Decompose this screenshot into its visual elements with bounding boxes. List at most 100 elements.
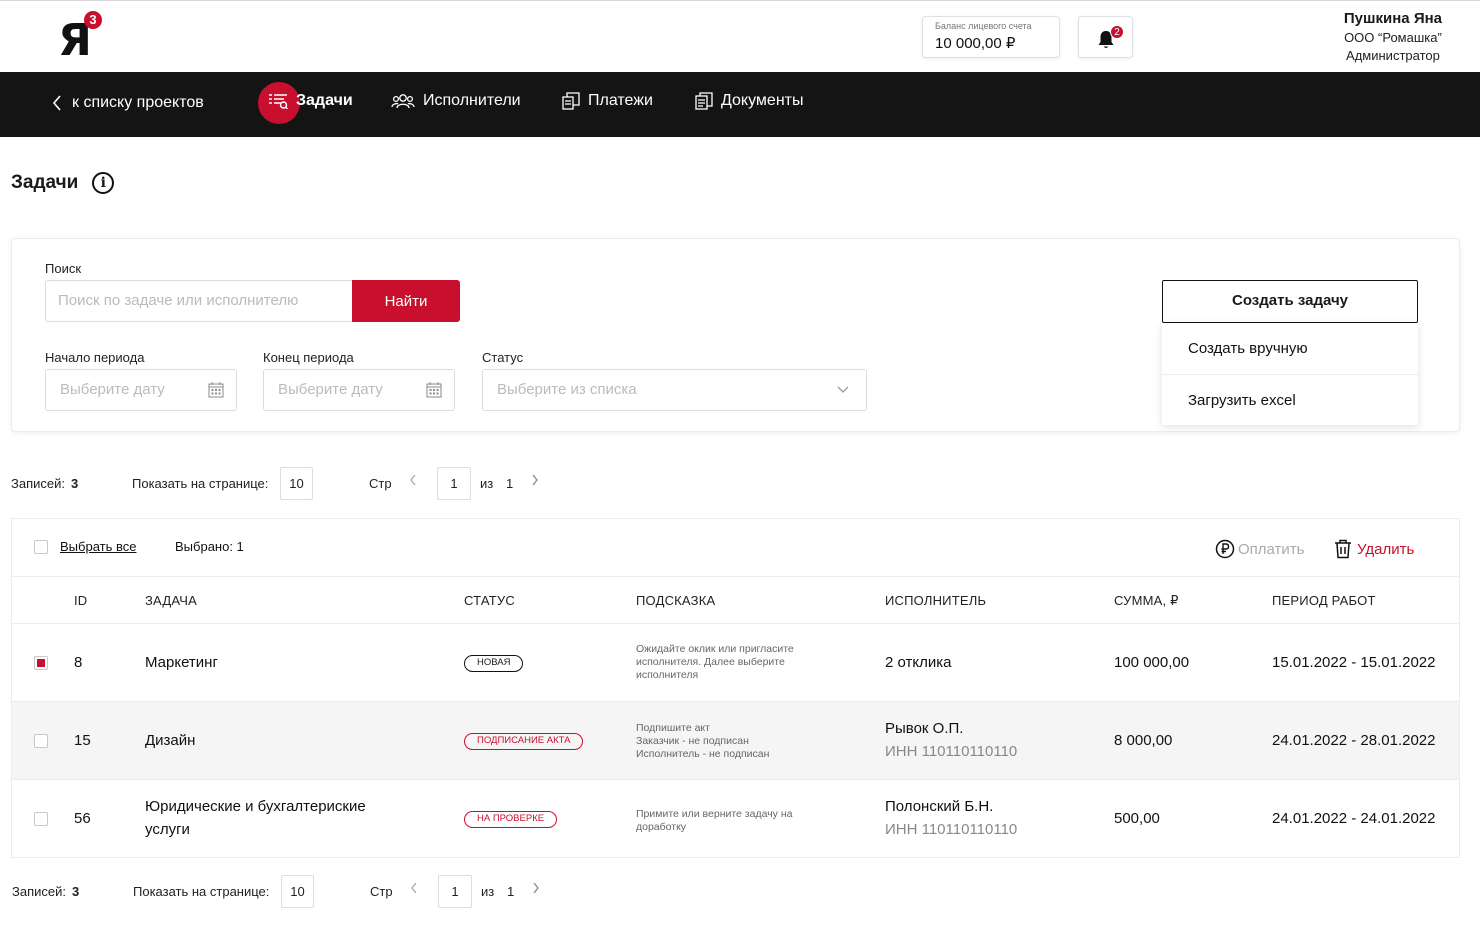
column-header-amount[interactable]: СУММА, ₽ bbox=[1114, 593, 1179, 609]
row-checkbox[interactable] bbox=[34, 656, 48, 670]
next-page-button[interactable] bbox=[532, 881, 540, 900]
search-button[interactable]: Найти bbox=[352, 280, 460, 322]
row-executor-inn: ИНН 110110110110 bbox=[885, 743, 1018, 760]
user-profile[interactable]: Пушкина Яна ООО “Ромашка” Администратор bbox=[1344, 10, 1442, 63]
end-date-field[interactable]: Выберите дату bbox=[263, 369, 455, 411]
start-date-field[interactable]: Выберите дату bbox=[45, 369, 237, 411]
row-period: 24.01.2022 - 24.01.2022 bbox=[1272, 810, 1436, 827]
row-executor[interactable]: 2 отклика bbox=[885, 654, 952, 671]
table-row[interactable]: 8 Маркетинг НОВАЯ Ожидайте оклик или при… bbox=[12, 624, 1459, 702]
hint-line: Исполнитель - не подписан bbox=[636, 748, 770, 760]
row-executor[interactable]: Полонский Б.Н. bbox=[885, 798, 993, 815]
next-page-button[interactable] bbox=[531, 473, 539, 492]
delete-button[interactable]: Удалить bbox=[1334, 539, 1414, 559]
status-badge: НА ПРОВЕРКЕ bbox=[464, 811, 558, 828]
notifications-button[interactable]: 2 bbox=[1078, 16, 1133, 58]
column-header-task[interactable]: ЗАДАЧА bbox=[145, 593, 197, 608]
page-label: Стр bbox=[370, 884, 393, 899]
total-pages: 1 bbox=[506, 476, 514, 491]
chevron-left-icon bbox=[410, 474, 416, 486]
user-role: Администратор bbox=[1346, 48, 1440, 63]
row-task[interactable]: Дизайн bbox=[145, 732, 195, 749]
pagination-top: Записей: 3 Показать на странице: 10 Стр 1… bbox=[11, 467, 611, 501]
pay-button[interactable]: Оплатить bbox=[1215, 539, 1305, 559]
delete-label: Удалить bbox=[1357, 540, 1415, 558]
row-period: 15.01.2022 - 15.01.2022 bbox=[1272, 654, 1436, 671]
info-icon[interactable]: i bbox=[92, 172, 115, 194]
row-checkbox[interactable] bbox=[34, 734, 48, 748]
table-toolbar: Выбрать все Выбрано: 1 Оплатить Удалить bbox=[12, 519, 1459, 577]
selected-count: Выбрано: 1 bbox=[175, 539, 244, 554]
row-hint: Подпишите акт Заказчик - не подписан Исп… bbox=[636, 722, 826, 761]
row-checkbox[interactable] bbox=[34, 812, 48, 826]
calendar-icon bbox=[426, 382, 442, 398]
top-header: Я 3 Баланс лицевого счета 10 000,00 ₽ 2 … bbox=[0, 0, 1480, 72]
nav-tab-label: Исполнители bbox=[423, 92, 521, 109]
prev-page-button[interactable] bbox=[409, 473, 417, 492]
search-input[interactable]: Поиск по задаче или исполнителю bbox=[45, 280, 353, 322]
status-badge: НОВАЯ bbox=[464, 655, 524, 672]
row-id: 56 bbox=[74, 810, 91, 827]
status-label: Статус bbox=[482, 350, 524, 365]
hint-line: Подпишите акт bbox=[636, 722, 710, 734]
column-header-status[interactable]: СТАТУС bbox=[464, 593, 515, 608]
logo-badge: 3 bbox=[84, 11, 102, 29]
payments-icon bbox=[562, 92, 580, 110]
table-row[interactable]: 56 Юридические и бухгалтериские услуги Н… bbox=[12, 780, 1459, 858]
records-value: 3 bbox=[72, 884, 80, 899]
column-header-period[interactable]: ПЕРИОД РАБОТ bbox=[1272, 593, 1376, 608]
nav-tab-executors[interactable]: Исполнители bbox=[391, 92, 521, 110]
documents-icon bbox=[695, 92, 713, 110]
column-header-hint[interactable]: ПОДСКАЗКА bbox=[636, 593, 715, 608]
menu-item-upload-excel[interactable]: Загрузить excel bbox=[1162, 374, 1418, 425]
hint-line: Заказчик - не подписан bbox=[636, 735, 749, 747]
row-hint: Ожидайте оклик или пригласите исполнител… bbox=[636, 643, 826, 682]
prev-page-button[interactable] bbox=[410, 881, 418, 900]
nav-tab-tasks[interactable]: Задачи bbox=[268, 92, 353, 110]
balance-value: 10 000,00 ₽ bbox=[935, 35, 1016, 52]
column-header-id[interactable]: ID bbox=[74, 593, 87, 608]
pagination-bottom: Записей: 3 Показать на странице: 10 Стр 1… bbox=[12, 875, 612, 909]
select-all-link[interactable]: Выбрать все bbox=[60, 539, 136, 554]
page-input[interactable]: 1 bbox=[437, 467, 471, 500]
hint-line: исполнителя bbox=[636, 669, 699, 681]
search-label: Поиск bbox=[45, 261, 82, 276]
table-header: ID ЗАДАЧА СТАТУС ПОДСКАЗКА ИСПОЛНИТЕЛЬ С… bbox=[12, 577, 1459, 624]
pay-label: Оплатить bbox=[1238, 540, 1305, 558]
menu-item-create-manually[interactable]: Создать вручную bbox=[1162, 323, 1418, 374]
nav-tab-label: Задачи bbox=[296, 92, 353, 109]
row-executor[interactable]: Рывок О.П. bbox=[885, 720, 963, 737]
nav-tab-label: Документы bbox=[721, 92, 804, 109]
column-header-executor[interactable]: ИСПОЛНИТЕЛЬ bbox=[885, 593, 986, 608]
per-page-select[interactable]: 10 bbox=[281, 875, 314, 908]
start-date-placeholder: Выберите дату bbox=[60, 381, 165, 398]
table-row[interactable]: 15 Дизайн ПОДПИСАНИЕ АКТА Подпишите акт … bbox=[12, 702, 1459, 780]
nav-tab-payments[interactable]: Платежи bbox=[562, 92, 653, 110]
chevron-right-icon bbox=[533, 882, 539, 894]
row-task[interactable]: Юридические и бухгалтериские bbox=[145, 798, 366, 815]
tasks-icon bbox=[269, 94, 288, 109]
nav-tab-documents[interactable]: Документы bbox=[695, 92, 803, 110]
row-executor-inn: ИНН 110110110110 bbox=[885, 821, 1018, 838]
balance-widget[interactable]: Баланс лицевого счета 10 000,00 ₽ bbox=[922, 16, 1060, 58]
select-all-checkbox[interactable] bbox=[34, 540, 48, 554]
of-label: из bbox=[480, 476, 494, 491]
create-task-button[interactable]: Создать задачу bbox=[1162, 280, 1418, 323]
page-label: Стр bbox=[369, 476, 392, 491]
back-to-projects-link[interactable]: к списку проектов bbox=[52, 94, 204, 112]
end-date-placeholder: Выберите дату bbox=[278, 381, 383, 398]
status-select[interactable]: Выберите из списка bbox=[482, 369, 867, 411]
records-value: 3 bbox=[71, 476, 79, 491]
hint-line: доработку bbox=[636, 821, 687, 833]
end-date-label: Конец периода bbox=[263, 350, 354, 365]
per-page-select[interactable]: 10 bbox=[280, 467, 313, 500]
row-task[interactable]: Маркетинг bbox=[145, 654, 218, 671]
chevron-left-icon bbox=[52, 95, 61, 111]
logo[interactable]: Я 3 bbox=[58, 11, 108, 63]
nav-tab-label: Платежи bbox=[588, 92, 653, 109]
back-label: к списку проектов bbox=[72, 94, 204, 111]
page-title-text: Задачи bbox=[11, 172, 79, 193]
page-input[interactable]: 1 bbox=[438, 875, 472, 908]
row-task-continued: услуги bbox=[145, 821, 190, 838]
trash-icon bbox=[1335, 539, 1351, 559]
